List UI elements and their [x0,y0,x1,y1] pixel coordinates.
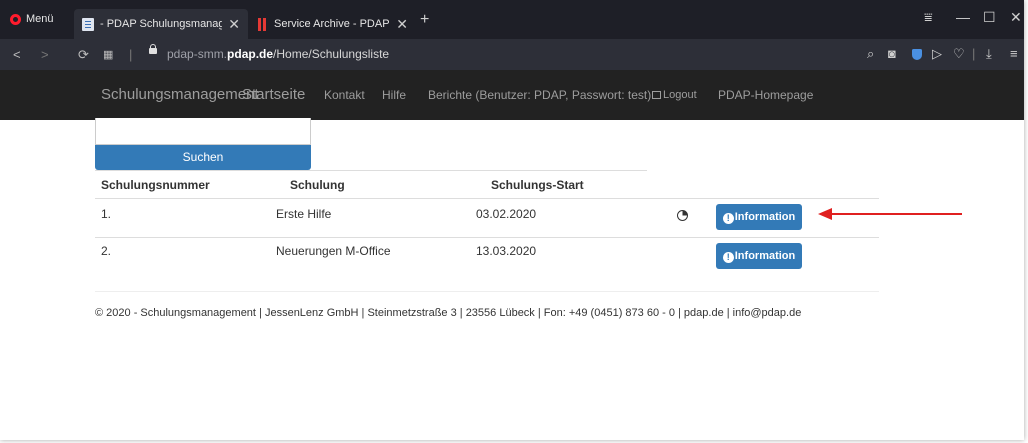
cell-name: Erste Hilfe [276,207,332,221]
search-icon[interactable]: ⌕ [867,46,874,62]
shield-icon[interactable] [912,49,922,60]
info-icon: ! [722,213,734,224]
divider: | [972,46,976,61]
site-navbar: Schulungsmanagement Startseite Kontakt H… [0,70,1024,120]
tab-service-archive[interactable]: Service Archive - PDAP by J ✕ [250,9,416,39]
logout-icon [652,91,661,99]
nav-kontakt[interactable]: Kontakt [324,70,365,120]
information-button[interactable]: ! Information [716,243,802,269]
divider: | [129,47,133,62]
forward-icon[interactable]: > [41,47,49,62]
footer-text: © 2020 - Schulungsmanagement | JessenLen… [95,307,802,319]
send-icon[interactable]: ▷ [932,46,942,62]
tab-filter-icon[interactable]: ⩸ [924,9,933,26]
footer-divider [95,291,879,292]
opera-logo-icon [10,13,21,25]
annotation-arrow-icon [818,208,962,220]
header-schulungs-start: Schulungs-Start [491,178,584,192]
nav-startseite[interactable]: Startseite [242,70,305,120]
info-icon: ! [722,252,734,263]
tab-close-icon[interactable]: ✕ [396,16,408,33]
window-close-icon[interactable]: ✕ [1010,9,1022,26]
download-icon[interactable]: ⤓ [986,46,992,62]
address-bar: < > ⟳ ▦ | pdap-smm.pdap.de/Home/Schulung… [0,39,1024,70]
nav-hilfe[interactable]: Hilfe [382,70,406,120]
browser-window: Menü - PDAP Schulungsmanagem ✕ Service A… [0,0,1024,440]
tab-title: Service Archive - PDAP by J [274,18,390,30]
cell-number: 1. [101,207,112,221]
url-field[interactable]: pdap-smm.pdap.de/Home/Schulungsliste [167,47,389,61]
cell-start: 13.03.2020 [476,244,537,258]
tab-title: - PDAP Schulungsmanagem [100,18,223,30]
header-schulung: Schulung [290,178,345,192]
lock-icon[interactable] [149,44,157,54]
minimize-icon[interactable]: — [956,9,970,25]
header-schulungsnummer: Schulungsnummer [101,178,210,192]
reload-icon[interactable]: ⟳ [78,47,89,63]
heart-icon[interactable]: ♡ [953,46,965,62]
document-favicon-icon [82,17,94,31]
new-tab-button[interactable]: + [420,12,429,28]
information-button[interactable]: ! Information [716,204,802,230]
tab-bar: Menü - PDAP Schulungsmanagem ✕ Service A… [0,0,1024,39]
tab-close-icon[interactable]: ✕ [228,16,240,33]
cell-start: 03.02.2020 [476,207,537,221]
clock-icon [677,210,688,221]
cell-name: Neuerungen M-Office [276,244,391,258]
nav-berichte[interactable]: Berichte (Benutzer: PDAP, Passwort: test… [428,70,651,120]
menu-label: Menü [26,13,54,25]
nav-pdap-homepage[interactable]: PDAP-Homepage [718,70,813,120]
row-divider [95,237,879,238]
header-divider [95,198,879,199]
maximize-icon[interactable]: ☐ [983,9,996,26]
easy-setup-icon[interactable]: ≡ [1010,46,1018,61]
snapshot-icon[interactable]: ◙ [888,46,896,61]
back-icon[interactable]: < [13,47,21,62]
pdap-favicon-icon [258,17,268,31]
nav-logout[interactable]: Logout [652,70,697,120]
search-input[interactable] [95,118,311,145]
brand-link[interactable]: Schulungsmanagement [101,70,259,120]
table-top-border [95,170,647,171]
cell-number: 2. [101,244,112,258]
tab-schulungsmanagement[interactable]: - PDAP Schulungsmanagem ✕ [74,9,248,39]
speed-dial-icon[interactable]: ▦ [103,48,113,61]
opera-menu-button[interactable]: Menü [10,13,54,25]
search-button[interactable]: Suchen [95,145,311,170]
